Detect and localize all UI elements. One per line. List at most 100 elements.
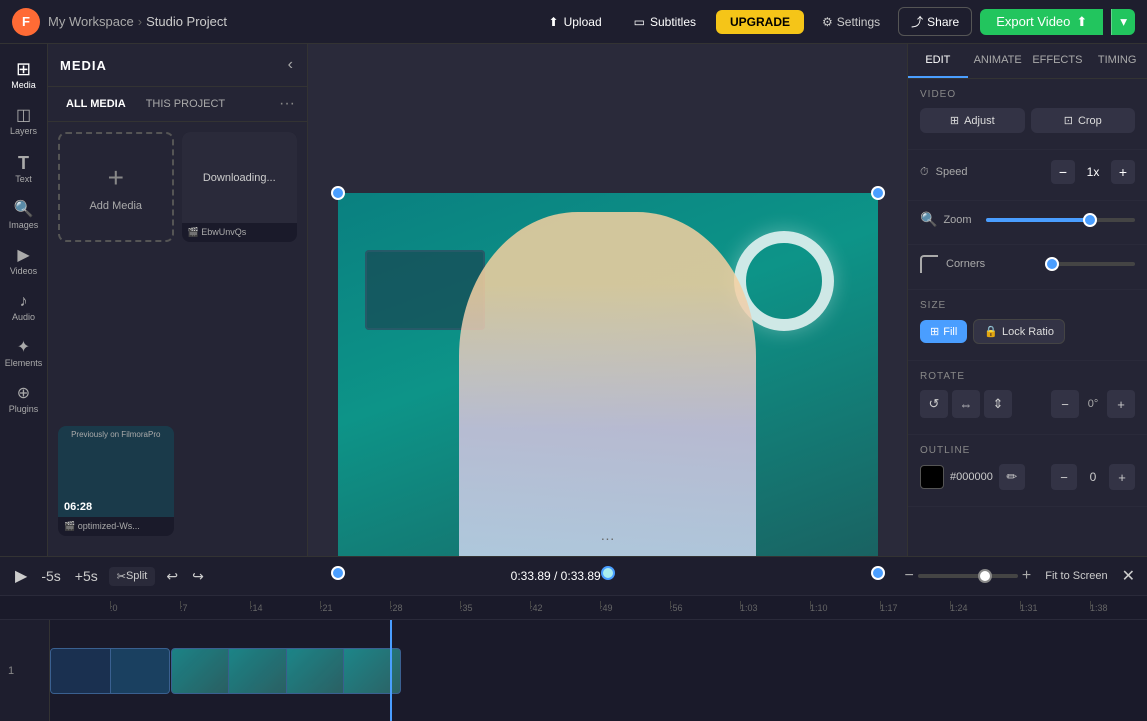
file-icon: 🎬	[188, 227, 202, 237]
project-name[interactable]: Studio Project	[146, 14, 227, 29]
flip-horizontal-button[interactable]: ⇔	[952, 390, 980, 418]
resize-handle-top-left[interactable]	[331, 186, 345, 200]
fill-button[interactable]: ⊞ Fill	[920, 320, 967, 343]
ruler-marks: :0 :7 :14 :21 :28 :35 :42 :49 :56 1:03 1…	[110, 603, 1147, 613]
export-button[interactable]: Export Video ⬆	[980, 9, 1103, 35]
list-item[interactable]: Downloading... 🎬 EbwUnvQs	[182, 132, 298, 242]
lock-ratio-button[interactable]: 🔒 Lock Ratio	[973, 319, 1065, 344]
tab-timing[interactable]: TIMING	[1087, 44, 1147, 78]
zoom-slider-thumb[interactable]	[1083, 213, 1097, 227]
timeline-close-button[interactable]: ✕	[1122, 566, 1135, 586]
sidebar-item-media[interactable]: ⊞ Media	[2, 52, 46, 98]
zoom-in-button[interactable]: +	[1022, 567, 1031, 585]
corners-slider[interactable]	[1045, 262, 1136, 266]
sidebar-item-audio[interactable]: ♪ Audio	[2, 286, 46, 330]
upgrade-button[interactable]: UPGRADE	[716, 10, 804, 34]
export-dropdown-button[interactable]: ▾	[1111, 9, 1135, 35]
rotate-ccw-button[interactable]: ↺	[920, 390, 948, 418]
outline-color-picker[interactable]	[920, 465, 944, 489]
track-labels: 1	[0, 620, 50, 721]
workspace-name[interactable]: My Workspace	[48, 14, 134, 29]
tab-effects[interactable]: EFFECTS	[1028, 44, 1088, 78]
media-thumbnail: Downloading...	[182, 132, 298, 223]
rotate-controls: ↺ ⇔ ⇕ − 0° +	[920, 390, 1135, 418]
outline-minus-button[interactable]: −	[1051, 464, 1077, 490]
clip-segment[interactable]	[171, 648, 401, 694]
ruler-mark: :14	[250, 603, 320, 613]
rotate-minus-button[interactable]: −	[1051, 390, 1079, 418]
speed-icon: ⏱	[920, 166, 929, 178]
adjust-button[interactable]: ⊞ Adjust	[920, 108, 1025, 133]
tab-edit[interactable]: EDIT	[908, 44, 968, 78]
ruler-mark: :56	[670, 603, 740, 613]
sidebar-item-label: Layers	[10, 126, 37, 136]
redo-button[interactable]: ↪	[189, 565, 207, 588]
sidebar-item-images[interactable]: 🔍 Images	[2, 194, 46, 238]
zoom-slider-fill	[986, 218, 1091, 222]
corners-slider-thumb[interactable]	[1045, 257, 1059, 271]
timeline-zoom-slider[interactable]	[918, 574, 1018, 578]
sidebar-item-layers[interactable]: ◫ Layers	[2, 100, 46, 144]
tab-all-media[interactable]: ALL MEDIA	[60, 95, 132, 113]
speed-increase-button[interactable]: +	[1111, 160, 1135, 184]
forward-button[interactable]: +5s	[72, 565, 101, 587]
resize-handle-top-right[interactable]	[871, 186, 885, 200]
fill-icon: ⊞	[930, 325, 939, 338]
ruler-mark: :0	[110, 603, 180, 613]
upload-button[interactable]: ⬆ Upload	[537, 10, 614, 34]
media-item-name: 🎬 optimized-Ws...	[58, 517, 174, 536]
sidebar-item-videos[interactable]: ▶ Videos	[2, 240, 46, 284]
rotate-section: ROTATE ↺ ⇔ ⇕ − 0° +	[908, 361, 1147, 435]
zoom-icon: 🔍	[920, 211, 937, 228]
timeline-zoom-thumb[interactable]	[978, 569, 992, 583]
media-more-icon[interactable]: ···	[279, 95, 295, 113]
resize-handle-bottom-left[interactable]	[331, 566, 345, 580]
speed-decrease-button[interactable]: −	[1051, 160, 1075, 184]
undo-button[interactable]: ↩	[163, 565, 181, 588]
sidebar-item-elements[interactable]: ✦ Elements	[2, 332, 46, 376]
sidebar-item-plugins[interactable]: ⊕ Plugins	[2, 378, 46, 422]
outline-eyedropper-button[interactable]: ✏	[999, 464, 1025, 490]
outline-section: OUTLINE #000000 ✏ − 0 +	[908, 435, 1147, 507]
add-media-button[interactable]: + Add Media	[58, 132, 174, 242]
add-icon: +	[108, 162, 124, 194]
sidebar-item-text[interactable]: T Text	[2, 146, 46, 192]
settings-button[interactable]: ⚙ Settings	[812, 10, 890, 34]
video-preview	[338, 193, 878, 573]
outline-row: #000000 ✏ − 0 +	[920, 464, 1135, 490]
play-button[interactable]: ▶	[12, 563, 30, 589]
rewind-button[interactable]: -5s	[38, 565, 63, 587]
split-button[interactable]: ✂ Split	[109, 567, 156, 586]
media-panel-close-button[interactable]: ‹	[286, 54, 295, 76]
tab-animate[interactable]: ANIMATE	[968, 44, 1028, 78]
zoom-row: 🔍 Zoom	[920, 211, 1135, 228]
speed-value: 1x	[1081, 165, 1105, 179]
crop-button[interactable]: ⊡ Crop	[1031, 108, 1136, 133]
tab-this-project[interactable]: THIS PROJECT	[140, 95, 231, 113]
timeline: ▶ -5s +5s ✂ Split ↩ ↪ 0:33.89 / 0:33.89 …	[0, 556, 1147, 721]
corners-row: Corners	[920, 255, 1135, 273]
flip-vertical-button[interactable]: ⇕	[984, 390, 1012, 418]
list-item[interactable]: Previously on FilmoraPro 06:28 🎬 optimiz…	[58, 426, 174, 536]
resize-handle-bottom-center[interactable]	[601, 566, 615, 580]
canvas-container[interactable]	[338, 193, 878, 573]
subtitles-button[interactable]: ▭ Subtitles	[622, 10, 708, 34]
images-icon: 🔍	[14, 202, 34, 218]
resize-handle-bottom-right[interactable]	[871, 566, 885, 580]
app-logo: F	[12, 8, 40, 36]
chevron-down-icon: ▾	[1120, 14, 1127, 29]
crop-icon: ⊡	[1064, 114, 1073, 127]
clip-segment[interactable]	[50, 648, 170, 694]
sidebar-item-label: Text	[15, 174, 32, 184]
timeline-drag-handle[interactable]: ···	[601, 530, 615, 546]
share-button[interactable]: ⤴ Share	[898, 7, 972, 36]
zoom-out-button[interactable]: −	[905, 567, 914, 585]
zoom-slider[interactable]	[986, 218, 1135, 222]
ruler-mark: 1:24	[950, 603, 1020, 613]
outline-plus-button[interactable]: +	[1109, 464, 1135, 490]
ruler-mark: :42	[530, 603, 600, 613]
topbar: F My Workspace › Studio Project ⬆ Upload…	[0, 0, 1147, 44]
playhead[interactable]	[390, 620, 392, 721]
fit-to-screen-button[interactable]: Fit to Screen	[1039, 567, 1113, 585]
rotate-plus-button[interactable]: +	[1107, 390, 1135, 418]
